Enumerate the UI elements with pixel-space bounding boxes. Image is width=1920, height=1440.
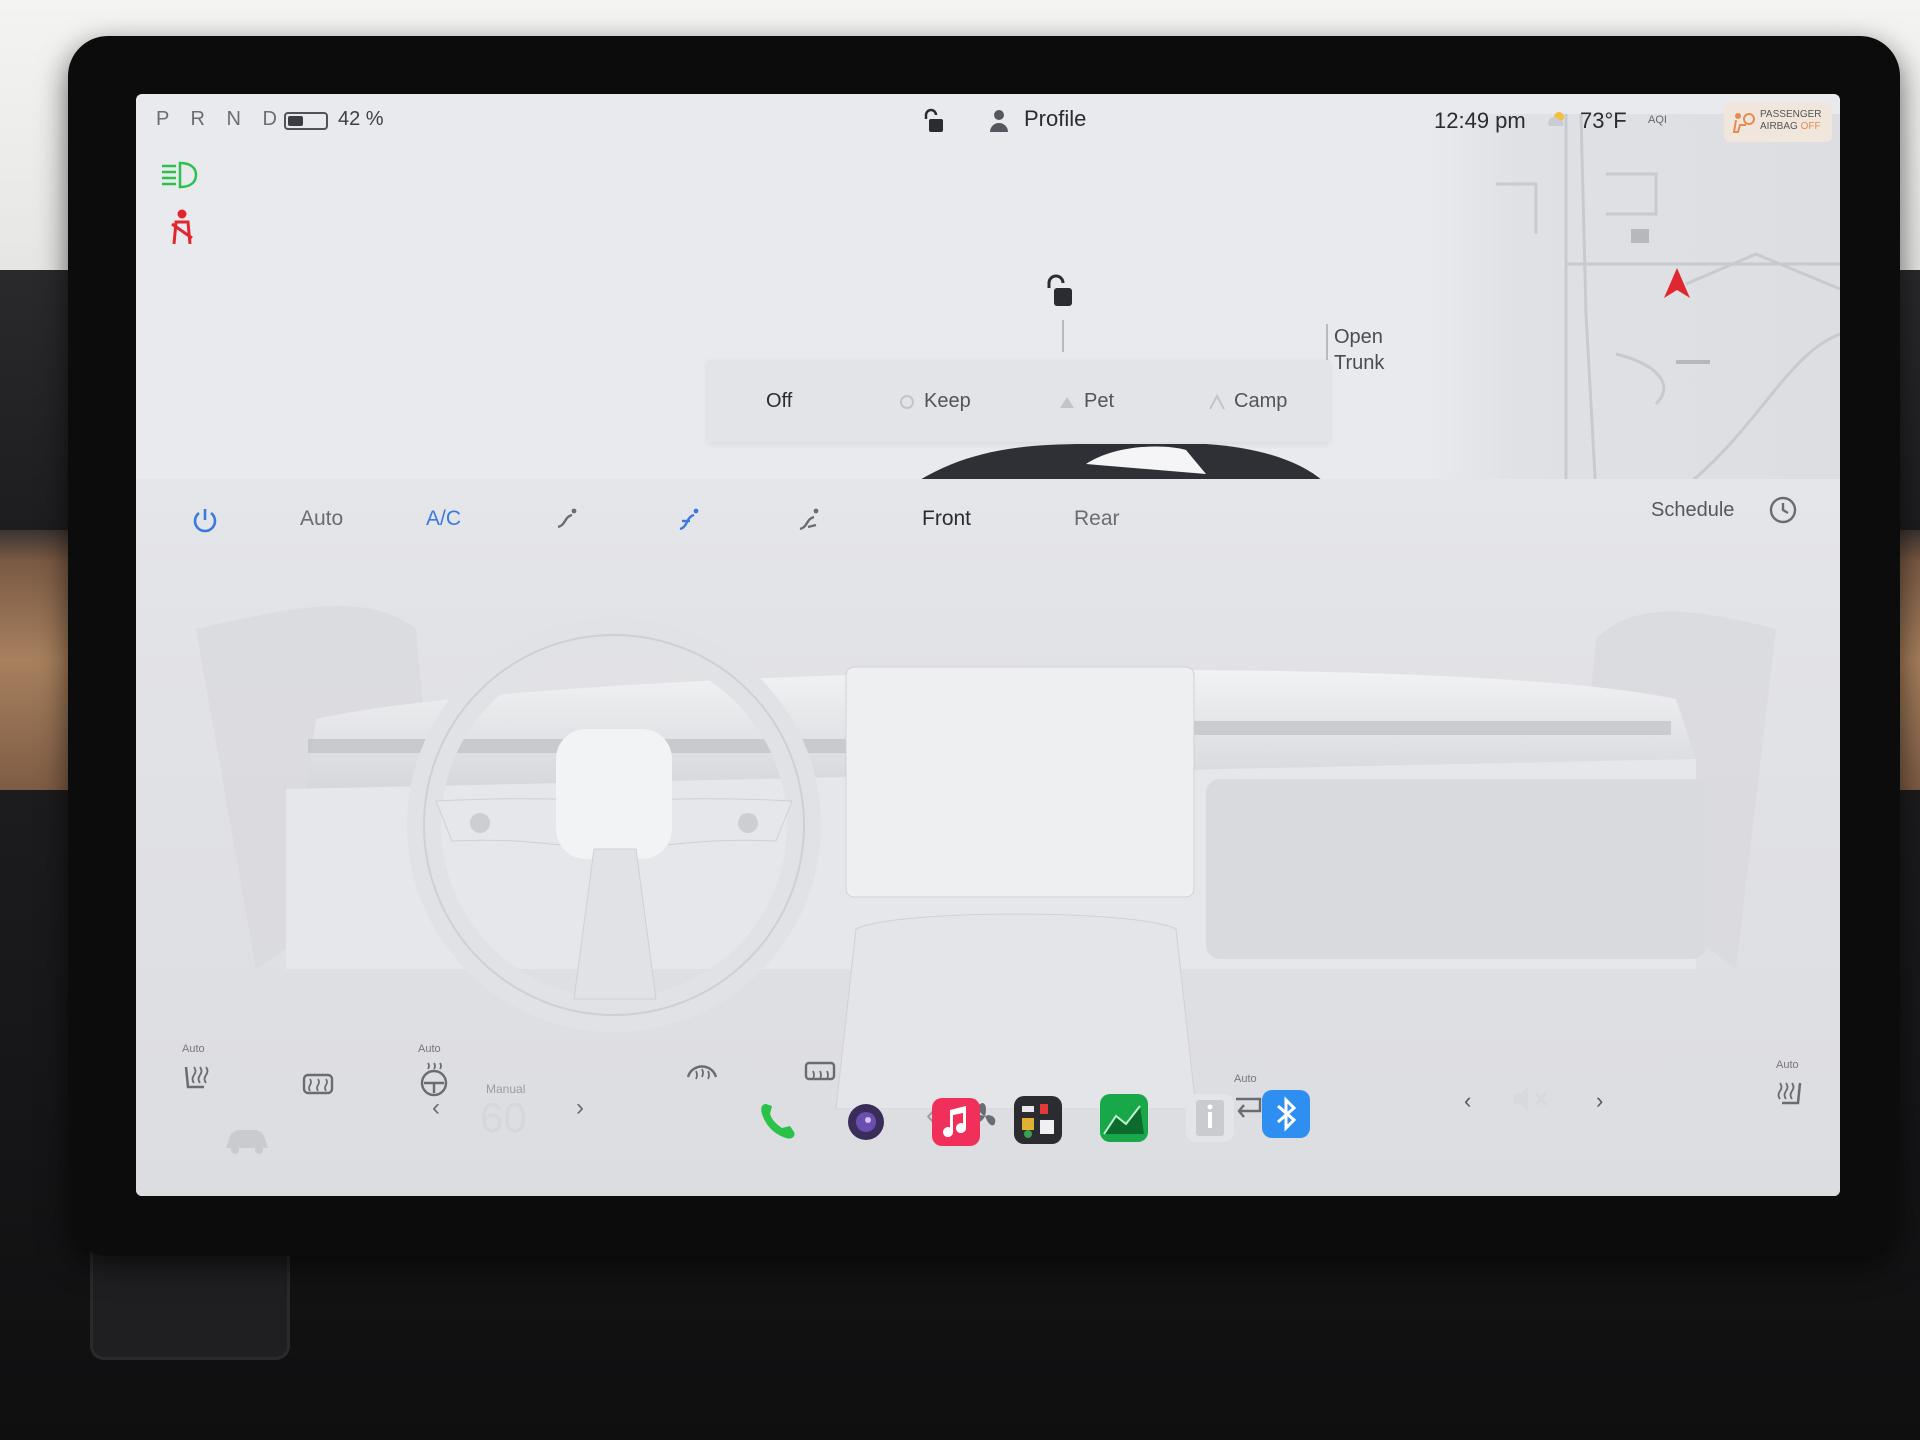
headlight-icon: [162, 161, 198, 189]
fan-small-icon: [900, 394, 914, 409]
mode-pet[interactable]: Pet: [1058, 390, 1114, 413]
airbag-icon: [1732, 113, 1755, 133]
phone-icon[interactable]: [756, 1098, 800, 1142]
speed-decrease-button[interactable]: ‹: [432, 1094, 440, 1122]
climate-keeper-modes: Off Keep Pet Camp: [708, 360, 1330, 442]
bluetooth-symbol-icon: [1277, 1096, 1297, 1132]
driver-seat-auto-label: Auto: [182, 1043, 205, 1055]
mode-keep-label: Keep: [924, 390, 971, 412]
battery-percent: 42 %: [338, 108, 384, 130]
open-trunk-line1: Open: [1334, 326, 1383, 348]
open-trunk-button[interactable]: Open Trunk: [1334, 324, 1414, 376]
manual-icon[interactable]: [1186, 1094, 1234, 1142]
car-lock-icon[interactable]: [1044, 274, 1074, 310]
tab-front[interactable]: Front: [922, 507, 971, 531]
mode-camp[interactable]: Camp: [1208, 390, 1287, 413]
touchscreen: P R N D 42 % Profile 12:49 pm 73°F AQI P…: [136, 94, 1840, 1196]
bluetooth-icon[interactable]: [1262, 1090, 1310, 1138]
power-icon[interactable]: [190, 505, 220, 535]
toybox-icon[interactable]: [1014, 1096, 1062, 1144]
mode-pet-label: Pet: [1084, 390, 1115, 412]
open-trunk-line2: Trunk: [1334, 352, 1385, 374]
map-view[interactable]: [1426, 113, 1840, 496]
airbag-word: AIRBAG: [1760, 121, 1798, 132]
info-book-icon: [1196, 1100, 1224, 1136]
airflow-face-icon[interactable]: [552, 505, 582, 535]
seatbelt-icon: [171, 209, 193, 245]
weather-icon: [1548, 112, 1564, 126]
gear-selector: P R N D: [156, 108, 285, 130]
airbag-state: OFF: [1800, 121, 1821, 132]
auto-button[interactable]: Auto: [300, 507, 343, 531]
cabin-illustration: [196, 605, 1776, 1109]
pet-icon: [1060, 396, 1074, 408]
clock-icon[interactable]: [1768, 495, 1798, 525]
mode-camp-label: Camp: [1234, 390, 1288, 412]
energy-icon[interactable]: [1100, 1094, 1148, 1142]
camp-icon: [1209, 393, 1225, 410]
mode-off-label: Off: [766, 390, 793, 412]
volume-up-button[interactable]: ›: [1596, 1088, 1603, 1114]
mode-keep[interactable]: Keep: [898, 390, 971, 413]
music-note-icon: [943, 1106, 967, 1138]
volume-down-button[interactable]: ‹: [1464, 1088, 1471, 1114]
climate-toolbar: Auto A/C Front Rear Schedule: [136, 479, 1840, 559]
profile-button[interactable]: Profile: [1024, 106, 1086, 132]
airbag-text: PASSENGER AIRBAG OFF: [1760, 109, 1822, 133]
tab-rear[interactable]: Rear: [1074, 507, 1120, 531]
passenger-airbag-status: PASSENGER AIRBAG OFF: [1724, 102, 1832, 142]
aqi-label: AQI: [1648, 114, 1667, 126]
energy-graph-icon: [1103, 1105, 1144, 1135]
airbag-line2: AIRBAG OFF: [1760, 121, 1822, 133]
status-bar: P R N D 42 % Profile 12:49 pm 73°F AQI P…: [136, 94, 1840, 150]
schedule-button[interactable]: Schedule: [1651, 499, 1734, 522]
toybox-grid-icon: [1022, 1104, 1054, 1138]
map-roads: [1496, 113, 1840, 496]
car-icon[interactable]: [222, 1124, 272, 1156]
speed-value: 60: [480, 1094, 527, 1141]
mute-icon[interactable]: [1510, 1084, 1552, 1114]
airflow-face-feet-icon[interactable]: [674, 505, 704, 535]
outside-temperature: 73°F: [1580, 108, 1627, 133]
dock-bar: ‹ Manual 60 › ‹ ›: [136, 1070, 1840, 1202]
airbag-line1: PASSENGER: [1760, 109, 1822, 120]
music-icon[interactable]: [932, 1098, 980, 1146]
ac-button[interactable]: A/C: [426, 507, 461, 531]
clock: 12:49 pm: [1434, 108, 1526, 133]
camera-icon[interactable]: [844, 1100, 888, 1144]
mode-off[interactable]: Off: [766, 390, 792, 413]
lock-icon[interactable]: [922, 108, 944, 134]
nav-arrow-icon: [1664, 268, 1690, 298]
profile-icon[interactable]: [988, 108, 1010, 134]
battery-fill: [288, 116, 303, 126]
battery-icon: [284, 112, 328, 130]
lock-callout-line: [1062, 320, 1064, 352]
speed-increase-button[interactable]: ›: [576, 1094, 584, 1122]
airflow-feet-icon[interactable]: [794, 505, 824, 535]
trunk-callout-line: [1326, 324, 1328, 360]
steering-heat-auto-label: Auto: [418, 1043, 441, 1055]
